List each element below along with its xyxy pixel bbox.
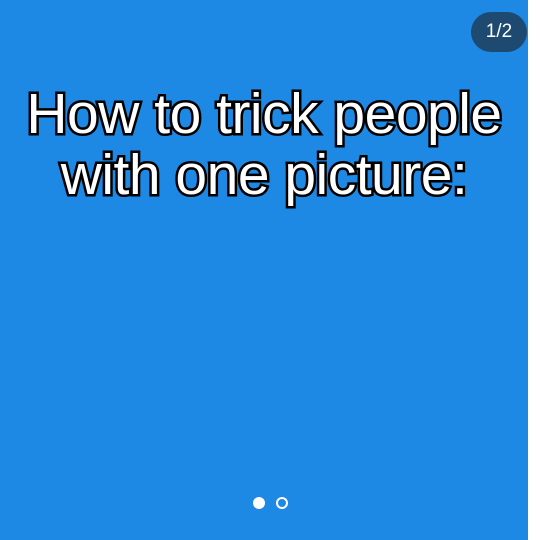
pagination-dot-1[interactable] [252,497,265,509]
pagination-dots [0,496,540,510]
next-slide-peek[interactable] [528,0,540,540]
caption-line-1: How to trick people [24,81,505,147]
page-counter-badge: 1/2 [471,12,527,52]
pagination-dot-2[interactable] [275,497,288,509]
caption-line-2: with one picture: [58,142,470,208]
image-carousel[interactable]: How to trick people with one picture: 1/… [0,0,540,540]
slide-image[interactable]: How to trick people with one picture: [0,0,528,540]
slide-caption: How to trick people with one picture: [0,81,528,208]
